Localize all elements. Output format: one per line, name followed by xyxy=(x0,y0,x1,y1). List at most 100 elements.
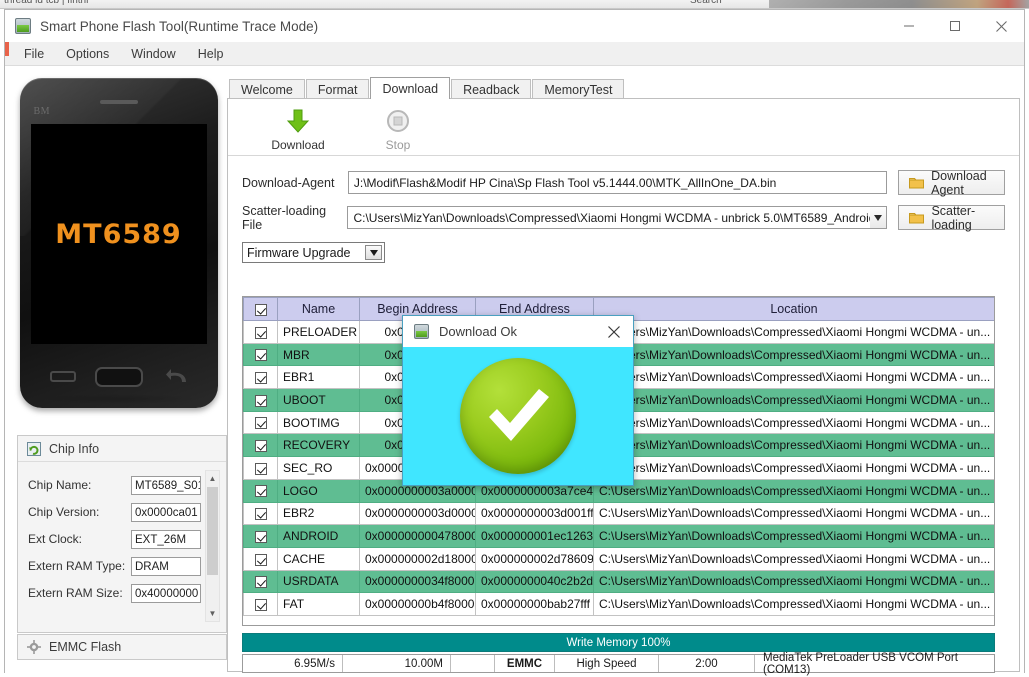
checkbox-icon[interactable] xyxy=(254,349,267,362)
chip-name-label: MT6589 xyxy=(55,218,182,250)
end-address: 0x000000001ec12637 xyxy=(475,524,594,548)
tab-memorytest[interactable]: MemoryTest xyxy=(532,79,625,99)
progress-bar: Write Memory 100% xyxy=(242,633,995,652)
tab-welcome[interactable]: Welcome xyxy=(229,79,305,99)
chip-name-label-text: Chip Name: xyxy=(28,478,92,492)
begin-address: 0x0000000003d00000 xyxy=(359,501,476,526)
phone-speaker xyxy=(99,100,138,104)
phone-illustration: BM MT6589 xyxy=(19,78,218,408)
checkbox-icon[interactable] xyxy=(254,326,267,339)
column-header-name[interactable]: Name xyxy=(277,297,360,321)
table-row[interactable]: EBR2 0x0000000003d00000 0x0000000003d001ff… xyxy=(243,501,994,526)
extern-ram-type-label-text: Extern RAM Type: xyxy=(28,559,126,573)
checkbox-icon[interactable] xyxy=(254,553,267,566)
phone-menu-button-icon xyxy=(49,371,76,382)
checkbox-icon[interactable] xyxy=(254,508,267,521)
checkbox-icon[interactable] xyxy=(254,417,267,430)
row-checkbox[interactable] xyxy=(243,546,278,571)
tab-readback[interactable]: Readback xyxy=(451,79,532,99)
chevron-down-icon[interactable]: ▼ xyxy=(206,606,219,621)
row-checkbox[interactable] xyxy=(243,501,278,526)
select-all-checkbox-header[interactable] xyxy=(243,297,278,321)
checkbox-icon[interactable] xyxy=(254,394,267,407)
column-header-location[interactable]: Location xyxy=(593,297,994,321)
row-checkbox[interactable] xyxy=(243,456,278,480)
checkbox-icon[interactable] xyxy=(254,598,267,611)
checkbox-icon[interactable] xyxy=(254,372,267,385)
chip-name-value[interactable]: MT6589_S01 xyxy=(131,475,201,495)
scatter-loading-combo[interactable]: C:\Users\MizYan\Downloads\Compressed\Xia… xyxy=(347,206,888,229)
menu-item-file[interactable]: File xyxy=(13,44,55,64)
checkbox-icon[interactable] xyxy=(254,530,267,543)
row-checkbox[interactable] xyxy=(243,342,278,367)
checkbox-icon[interactable] xyxy=(254,485,267,498)
chevron-down-icon[interactable] xyxy=(870,206,888,229)
scrollbar-thumb[interactable] xyxy=(207,487,218,575)
chevron-up-icon[interactable]: ▲ xyxy=(206,471,219,486)
extern-ram-size-value[interactable]: 0x40000000 xyxy=(131,583,201,603)
mode-select-combo[interactable]: Firmware Upgrade xyxy=(242,242,385,263)
storage-type-bar[interactable]: EMMC Flash xyxy=(17,634,227,660)
row-checkbox[interactable] xyxy=(243,524,278,548)
file-location: C:\Users\MizYan\Downloads\Compressed\Xia… xyxy=(593,433,994,458)
download-agent-input[interactable]: J:\Modif\Flash&Modif HP Cina\Sp Flash To… xyxy=(347,171,888,194)
row-checkbox[interactable] xyxy=(243,320,278,344)
file-location: C:\Users\MizYan\Downloads\Compressed\Xia… xyxy=(593,546,994,571)
extern-ram-type-value[interactable]: DRAM xyxy=(131,556,201,576)
download-button[interactable]: Download xyxy=(248,99,348,155)
partition-name: BOOTIMG xyxy=(277,410,360,435)
scatter-loading-input[interactable]: C:\Users\MizYan\Downloads\Compressed\Xia… xyxy=(347,206,871,229)
row-checkbox[interactable] xyxy=(243,478,278,503)
table-row[interactable]: USRDATA 0x0000000034f80000 0x0000000040c2b… xyxy=(243,569,994,594)
row-checkbox[interactable] xyxy=(243,410,278,435)
chevron-down-icon[interactable] xyxy=(365,245,382,260)
minimize-icon[interactable] xyxy=(886,10,932,42)
ext-clock-value[interactable]: EXT_26M xyxy=(131,529,201,549)
checkbox-icon[interactable] xyxy=(254,303,267,316)
status-port: MediaTek PreLoader USB VCOM Port (COM13) xyxy=(763,651,958,676)
partition-name: ANDROID xyxy=(277,524,360,548)
scatter-loading-row: Scatter-loading File C:\Users\MizYan\Dow… xyxy=(242,204,1005,232)
close-icon[interactable] xyxy=(978,10,1024,42)
row-checkbox[interactable] xyxy=(243,592,278,616)
checkbox-icon[interactable] xyxy=(254,576,267,589)
scatter-loading-button[interactable]: Scatter-loading xyxy=(898,204,1005,232)
dialog-title: Download Ok xyxy=(439,324,518,339)
chip-info-body: Chip Name: MT6589_S01 Chip Version: 0x00… xyxy=(18,462,226,632)
close-icon[interactable] xyxy=(603,321,625,343)
row-checkbox[interactable] xyxy=(243,569,278,594)
tab-download[interactable]: Download xyxy=(370,77,451,99)
toolbar: Download Stop xyxy=(228,99,1019,156)
file-location: C:\Users\MizYan\Downloads\Compressed\Xia… xyxy=(593,320,994,344)
menu-item-window[interactable]: Window xyxy=(120,44,186,64)
file-location: C:\Users\MizYan\Downloads\Compressed\Xia… xyxy=(593,342,994,367)
download-agent-button[interactable]: Download Agent xyxy=(898,169,1005,197)
chip-info-panel: Chip Info Chip Name: MT6589_S01 Chip Ver… xyxy=(17,435,227,633)
table-row[interactable]: CACHE 0x000000002d180000 0x000000002d78609… xyxy=(243,546,994,571)
menu-item-options[interactable]: Options xyxy=(55,44,120,64)
dialog-title-bar: Download Ok xyxy=(403,316,633,347)
row-checkbox[interactable] xyxy=(243,365,278,390)
table-row[interactable]: FAT 0x00000000b4f80000 0x00000000bab27fff C… xyxy=(243,592,994,616)
chip-info-title: Chip Info xyxy=(49,441,100,456)
menu-item-help[interactable]: Help xyxy=(187,44,235,64)
checkbox-icon[interactable] xyxy=(254,462,267,475)
chip-version-value[interactable]: 0x0000ca01 xyxy=(131,502,201,522)
file-location: C:\Users\MizYan\Downloads\Compressed\Xia… xyxy=(593,501,994,526)
file-location: C:\Users\MizYan\Downloads\Compressed\Xia… xyxy=(593,478,994,503)
maximize-icon[interactable] xyxy=(932,10,978,42)
table-row[interactable]: ANDROID 0x0000000004780000 0x000000001ec12… xyxy=(243,524,994,548)
tab-format[interactable]: Format xyxy=(305,79,370,99)
stop-button[interactable]: Stop xyxy=(348,99,448,155)
end-address: 0x0000000003d001ff xyxy=(475,501,594,526)
gear-icon xyxy=(27,640,41,654)
row-checkbox[interactable] xyxy=(243,433,278,458)
chip-info-scrollbar[interactable]: ▲ ▼ xyxy=(205,470,220,622)
row-checkbox[interactable] xyxy=(243,388,278,412)
folder-icon xyxy=(909,176,925,189)
checkbox-icon[interactable] xyxy=(254,440,267,453)
file-location: C:\Users\MizYan\Downloads\Compressed\Xia… xyxy=(593,388,994,412)
mode-select-value: Firmware Upgrade xyxy=(247,245,351,260)
partition-name: FAT xyxy=(277,592,360,616)
download-ok-dialog: Download Ok xyxy=(402,315,634,486)
